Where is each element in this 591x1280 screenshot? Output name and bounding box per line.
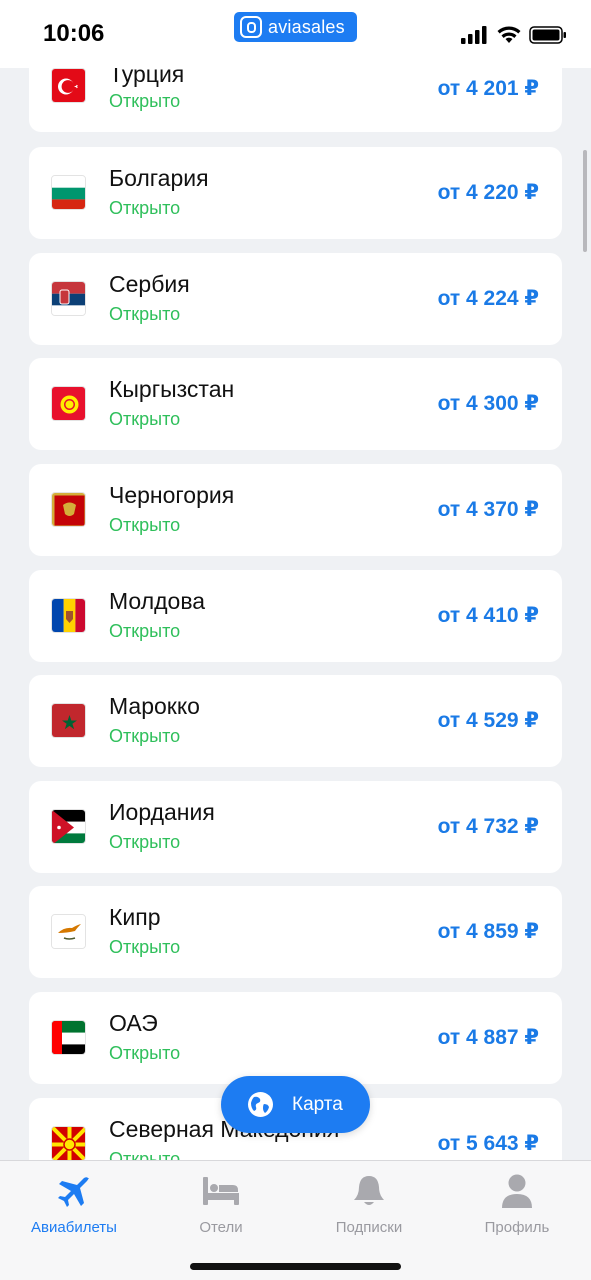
- country-name: Кипр: [109, 904, 161, 930]
- tab-bar: Авиабилеты Отели Подписки Профиль: [0, 1160, 591, 1280]
- country-card-kyrgyzstan[interactable]: Кыргызстан Открыто от 4 300 ₽: [29, 358, 562, 450]
- country-name: Черногория: [109, 482, 235, 508]
- country-price: от 4 201 ₽: [437, 77, 539, 100]
- country-name: Иордания: [109, 799, 215, 825]
- country-card-jordan[interactable]: Иордания Открыто от 4 732 ₽: [29, 781, 562, 873]
- country-status: Открыто: [109, 726, 181, 746]
- bulgaria-flag-icon: [51, 175, 86, 210]
- country-price: от 4 224 ₽: [437, 287, 539, 310]
- tab-label: Авиабилеты: [31, 1219, 117, 1236]
- cyprus-flag-icon: [51, 914, 86, 949]
- moldova-flag-icon: [51, 598, 86, 633]
- country-price: от 4 220 ₽: [437, 181, 539, 204]
- north-macedonia-flag-icon: [51, 1126, 86, 1161]
- brand-badge: aviasales: [234, 12, 357, 42]
- tab-profile[interactable]: Профиль: [452, 1171, 582, 1236]
- country-card-bulgaria[interactable]: Болгария Открыто от 4 220 ₽: [29, 147, 562, 239]
- country-status: Открыто: [109, 832, 181, 852]
- country-price: от 4 370 ₽: [437, 498, 539, 521]
- country-price: от 4 410 ₽: [437, 604, 539, 627]
- morocco-flag-icon: [51, 703, 86, 738]
- tab-subscriptions[interactable]: Подписки: [304, 1171, 434, 1236]
- country-price: от 4 300 ₽: [437, 392, 539, 415]
- tab-label: Подписки: [335, 1219, 403, 1236]
- battery-icon: [529, 26, 566, 44]
- country-status: Открыто: [109, 621, 181, 641]
- uae-flag-icon: [51, 1020, 86, 1055]
- country-name: Кыргызстан: [109, 376, 235, 402]
- country-name: Сербия: [109, 271, 190, 297]
- country-name: Марокко: [109, 693, 200, 719]
- turkey-flag-icon: [51, 68, 86, 103]
- country-status: Открыто: [109, 91, 181, 111]
- country-status: Открыто: [109, 304, 181, 324]
- bell-icon: [354, 1176, 384, 1205]
- status-icons: [461, 26, 567, 44]
- country-status: Открыто: [109, 198, 181, 218]
- country-card-uae[interactable]: ОАЭ Открыто от 4 887 ₽: [29, 992, 562, 1084]
- status-bar: 10:06 aviasales: [0, 0, 591, 68]
- tab-label: Профиль: [484, 1219, 550, 1236]
- country-card-moldova[interactable]: Молдова Открыто от 4 410 ₽: [29, 570, 562, 662]
- country-status: Открыто: [109, 409, 181, 429]
- tab-label: Отели: [199, 1219, 243, 1236]
- country-status: Открыто: [109, 1043, 181, 1063]
- country-price: от 4 732 ₽: [437, 815, 539, 838]
- aviasales-logo-icon: [240, 16, 262, 38]
- person-icon: [502, 1174, 532, 1208]
- country-status: Открыто: [109, 937, 181, 957]
- country-name: Молдова: [109, 588, 206, 614]
- tab-flights[interactable]: Авиабилеты: [9, 1171, 139, 1236]
- country-price: от 4 529 ₽: [437, 709, 539, 732]
- map-button-label: Карта: [292, 1093, 343, 1115]
- country-status: Открыто: [109, 515, 181, 535]
- status-time: 10:06: [43, 20, 105, 47]
- wifi-icon: [497, 26, 521, 43]
- country-name: ОАЭ: [109, 1010, 158, 1036]
- plane-icon: [58, 1177, 89, 1207]
- country-price: от 4 887 ₽: [437, 1026, 539, 1049]
- scrollbar[interactable]: [583, 150, 587, 252]
- country-name: Болгария: [109, 165, 209, 191]
- country-card-serbia[interactable]: Сербия Открыто от 4 224 ₽: [29, 253, 562, 345]
- brand-name: aviasales: [268, 16, 345, 37]
- kyrgyzstan-flag-icon: [51, 386, 86, 421]
- country-card-morocco[interactable]: Марокко Открыто от 4 529 ₽: [29, 675, 562, 767]
- bed-icon: [203, 1177, 239, 1205]
- jordan-flag-icon: [51, 809, 86, 844]
- home-indicator[interactable]: [190, 1263, 401, 1270]
- tab-hotels[interactable]: Отели: [156, 1171, 286, 1236]
- country-card-montenegro[interactable]: Черногория Открыто от 4 370 ₽: [29, 464, 562, 556]
- map-button[interactable]: Карта: [221, 1076, 370, 1133]
- serbia-flag-icon: [51, 281, 86, 316]
- signal-icon: [461, 26, 487, 44]
- montenegro-flag-icon: [51, 492, 86, 527]
- globe-icon: [248, 1092, 273, 1117]
- country-price: от 5 643 ₽: [437, 1132, 539, 1155]
- country-price: от 4 859 ₽: [437, 920, 539, 943]
- country-card-cyprus[interactable]: Кипр Открыто от 4 859 ₽: [29, 886, 562, 978]
